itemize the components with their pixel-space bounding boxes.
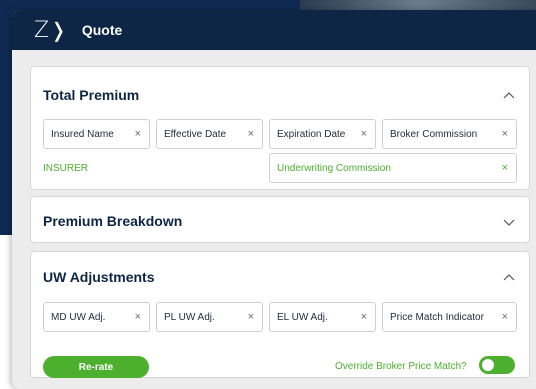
chip-insured-name[interactable]: Insured Name × — [43, 119, 150, 149]
close-icon[interactable]: × — [248, 128, 254, 140]
override-price-match-label: Override Broker Price Match? — [335, 361, 467, 372]
toggle-knob — [482, 359, 494, 371]
close-icon[interactable]: × — [248, 311, 254, 323]
chip-pl-uw-adj[interactable]: PL UW Adj. × — [156, 302, 263, 332]
close-icon[interactable]: × — [135, 128, 141, 140]
chip-label: Price Match Indicator — [390, 311, 484, 323]
premium-breakdown-section[interactable]: Premium Breakdown — [30, 196, 530, 243]
chevron-up-icon[interactable] — [503, 90, 515, 102]
chip-broker-commission[interactable]: Broker Commission × — [382, 119, 517, 149]
quote-panel: Z ❭ Quote Total Premium Insured Name × E… — [12, 10, 536, 389]
panel-header: Z ❭ Quote — [12, 10, 536, 50]
rerate-button[interactable]: Re-rate — [43, 356, 149, 378]
chevron-up-icon[interactable] — [503, 272, 515, 284]
chip-label: Effective Date — [164, 128, 227, 140]
close-icon[interactable]: × — [361, 128, 367, 140]
total-premium-section: Total Premium Insured Name × Effective D… — [30, 66, 530, 190]
close-icon[interactable]: × — [135, 311, 141, 323]
logo-letter: Z — [34, 17, 49, 43]
chevron-down-icon[interactable] — [503, 216, 515, 228]
chip-label: Expiration Date — [277, 128, 346, 140]
chip-el-uw-adj[interactable]: EL UW Adj. × — [269, 302, 376, 332]
premium-breakdown-title: Premium Breakdown — [43, 213, 183, 229]
chip-expiration-date[interactable]: Expiration Date × — [269, 119, 376, 149]
chip-label: Underwriting Commission — [277, 162, 391, 174]
close-icon[interactable]: × — [502, 128, 508, 140]
logo-chevron-icon: ❭ — [50, 18, 67, 42]
chip-price-match-indicator[interactable]: Price Match Indicator × — [382, 302, 517, 332]
chip-label: EL UW Adj. — [277, 311, 328, 323]
close-icon[interactable]: × — [502, 162, 508, 174]
close-icon[interactable]: × — [361, 311, 367, 323]
override-price-match-toggle[interactable] — [479, 356, 515, 374]
chip-label: PL UW Adj. — [164, 311, 215, 323]
chip-effective-date[interactable]: Effective Date × — [156, 119, 263, 149]
total-premium-title: Total Premium — [43, 87, 140, 103]
uw-adjustments-title: UW Adjustments — [43, 269, 155, 285]
chip-md-uw-adj[interactable]: MD UW Adj. × — [43, 302, 150, 332]
insurer-label: INSURER — [43, 163, 89, 174]
chip-label: Broker Commission — [390, 128, 478, 140]
chip-label: Insured Name — [51, 128, 114, 140]
panel-title: Quote — [81, 22, 123, 38]
chip-label: MD UW Adj. — [51, 311, 106, 323]
close-icon[interactable]: × — [502, 311, 508, 323]
uw-adjustments-section: UW Adjustments MD UW Adj. × PL UW Adj. ×… — [30, 251, 530, 378]
brand-logo: Z ❭ — [34, 17, 67, 43]
chip-underwriting-commission[interactable]: Underwriting Commission × — [269, 153, 517, 183]
